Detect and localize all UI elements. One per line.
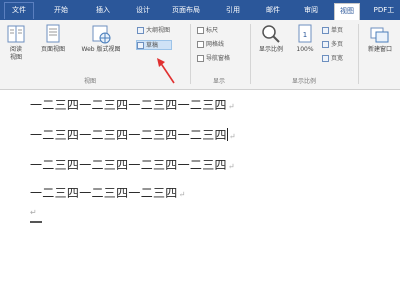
document-line: 一二三四一二三四一二三四一二三四↵ bbox=[30, 128, 236, 142]
page-icon bbox=[46, 24, 60, 43]
paragraph-mark: ↵ bbox=[228, 132, 236, 141]
ruler-checkbox[interactable]: 标尺 bbox=[197, 26, 243, 36]
gridlines-label: 网格线 bbox=[206, 41, 225, 48]
multi-page-label: 多页 bbox=[331, 41, 344, 48]
tab-view[interactable]: 视图 bbox=[334, 3, 360, 20]
zoom-100-label: 100% bbox=[296, 46, 314, 53]
ruler-label: 标尺 bbox=[206, 27, 219, 34]
tab-home[interactable]: 开始 bbox=[48, 3, 74, 20]
read-mode-button[interactable]: 阅读 视图 bbox=[4, 24, 28, 62]
page-width-icon bbox=[322, 55, 329, 62]
empty-paragraph-mark: ↵ bbox=[30, 208, 37, 217]
new-window-icon bbox=[370, 27, 389, 43]
web-layout-button[interactable]: Web 版式视图 bbox=[76, 24, 126, 54]
ruler-check[interactable] bbox=[197, 27, 204, 34]
show-group-label: 显示 bbox=[212, 78, 225, 85]
web-layout-label: Web 版式视图 bbox=[81, 46, 121, 53]
multi-page-button[interactable]: 多页 bbox=[322, 40, 352, 50]
page-width-button[interactable]: 页宽 bbox=[322, 54, 352, 64]
draft-label: 草稿 bbox=[146, 42, 159, 49]
outline-button[interactable]: 大纲视图 bbox=[137, 26, 185, 36]
paragraph-mark: ↵ bbox=[227, 102, 235, 111]
print-layout-label: 页面视图 bbox=[40, 46, 65, 53]
nav-pane-checkbox[interactable]: 导航窗格 bbox=[197, 54, 247, 64]
gridlines-checkbox[interactable]: 网格线 bbox=[197, 40, 243, 50]
one-page-label: 单页 bbox=[331, 27, 344, 34]
nav-pane-label: 导航窗格 bbox=[206, 55, 231, 62]
page-100-icon: 1 bbox=[298, 24, 312, 43]
paragraph-mark: ↵ bbox=[227, 162, 235, 171]
document-line: 一二三四一二三四一二三四一二三四↵ bbox=[30, 158, 235, 172]
ribbon-panel: 阅读 视图 页面视图 Web 版式视图 大纲视图 草稿 视图 标尺 网格线 导航… bbox=[0, 20, 400, 90]
text-cursor bbox=[226, 128, 228, 141]
tab-pdf[interactable]: PDF工 bbox=[368, 3, 400, 20]
one-page-icon bbox=[322, 27, 329, 34]
insertion-underline bbox=[30, 221, 42, 223]
paragraph-mark: ↵ bbox=[178, 190, 186, 199]
tab-references[interactable]: 引用 bbox=[220, 3, 246, 20]
views-group-label: 视图 bbox=[83, 78, 96, 85]
document-canvas[interactable]: 一二三四一二三四一二三四一二三四↵ 一二三四一二三四一二三四一二三四 ↵ 一二三四… bbox=[0, 91, 400, 300]
tab-design[interactable]: 设计 bbox=[130, 3, 156, 20]
web-globe-icon bbox=[92, 25, 111, 44]
tab-file[interactable]: 文件 bbox=[4, 2, 34, 19]
magnifier-icon bbox=[262, 25, 280, 43]
svg-text:1: 1 bbox=[303, 31, 307, 39]
document-line: 一二三四一二三四一二三四↵ bbox=[30, 186, 186, 200]
zoom-button[interactable]: 显示比例 bbox=[254, 24, 288, 54]
page-width-label: 页宽 bbox=[331, 55, 344, 62]
tab-insert[interactable]: 插入 bbox=[90, 3, 116, 20]
tab-review[interactable]: 审阅 bbox=[298, 3, 324, 20]
document-line: 一二三四一二三四一二三四一二三四↵ bbox=[30, 98, 235, 112]
zoom-group-label: 显示比例 bbox=[291, 78, 316, 85]
new-window-label: 新建窗口 bbox=[367, 46, 392, 53]
one-page-button[interactable]: 单页 bbox=[322, 26, 352, 36]
draft-button[interactable]: 草稿 bbox=[136, 40, 172, 50]
group-divider bbox=[190, 24, 191, 84]
group-divider bbox=[358, 24, 359, 84]
multi-page-icon bbox=[322, 41, 329, 48]
print-layout-button[interactable]: 页面视图 bbox=[36, 24, 70, 54]
gridlines-check[interactable] bbox=[197, 41, 204, 48]
red-arrow-annotation bbox=[157, 58, 175, 84]
new-window-button[interactable]: 新建窗口 bbox=[362, 24, 398, 54]
outline-icon bbox=[137, 27, 144, 34]
read-mode-label: 阅读 视图 bbox=[9, 46, 22, 61]
tab-page-layout[interactable]: 页面布局 bbox=[168, 3, 204, 20]
tab-mailings[interactable]: 邮件 bbox=[260, 3, 286, 20]
group-divider bbox=[250, 24, 251, 84]
zoom-100-button[interactable]: 1 100% bbox=[292, 24, 318, 54]
book-icon bbox=[7, 25, 25, 43]
outline-label: 大纲视图 bbox=[146, 27, 171, 34]
zoom-label: 显示比例 bbox=[258, 46, 283, 53]
nav-pane-check[interactable] bbox=[197, 55, 204, 62]
ribbon-tab-bar: 文件 开始 插入 设计 页面布局 引用 邮件 审阅 视图 PDF工 bbox=[0, 0, 400, 20]
draft-icon bbox=[137, 42, 144, 49]
